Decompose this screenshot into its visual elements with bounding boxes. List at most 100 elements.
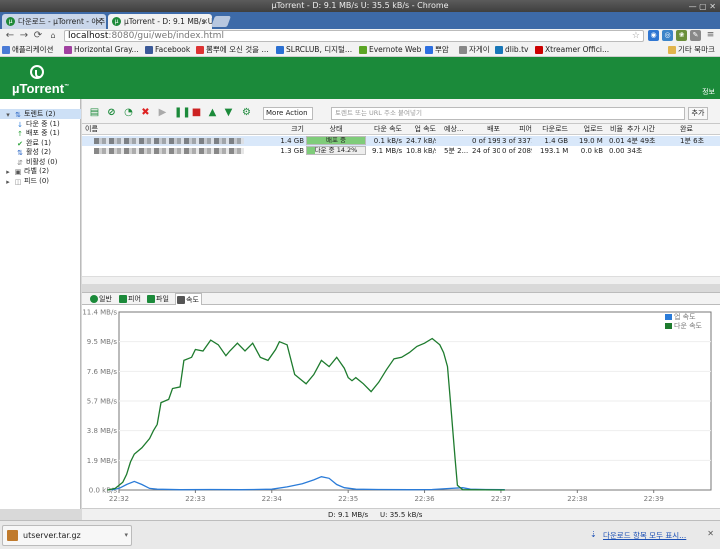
column-header[interactable]: 추가 시간 — [627, 124, 657, 135]
tab-downloads[interactable]: µ 다운로드 - µTorrent - 아주 ✕ — [2, 14, 106, 29]
column-header[interactable]: 예상... — [444, 124, 468, 135]
column-header[interactable]: 업 속도 — [406, 124, 436, 135]
column-header[interactable]: 배포 — [472, 124, 500, 135]
detail-tab-label: 파일 — [156, 295, 169, 303]
detail-tab-peers[interactable]: 피어 — [118, 293, 144, 305]
horizontal-scrollbar[interactable] — [82, 276, 720, 284]
chevron-down-icon[interactable]: ▾ — [124, 526, 128, 545]
bookmark-slrclub[interactable]: SLRCLUB, 디지털... — [276, 43, 352, 56]
close-tab-icon[interactable]: ✕ — [96, 14, 102, 29]
ppomppu-icon — [196, 46, 204, 54]
bookmark-facebook[interactable]: Facebook — [145, 43, 190, 56]
table-row[interactable]: 1.4 GB 배포 중 0.1 kB/s 24.7 kB/s 0 of 199 3 of … — [82, 136, 720, 146]
bookmark-ppuam[interactable]: 뿌암 — [425, 43, 449, 56]
sidebar-category[interactable]: ✔ 완료 (1) — [0, 138, 81, 148]
add-button[interactable]: 추가 — [688, 107, 708, 120]
detail-tab-files[interactable]: 파일 — [146, 293, 172, 305]
tab-utorrent[interactable]: µ µTorrent - D: 9.1 MB/s U ✕ — [108, 14, 212, 29]
settings-gear-icon[interactable]: ⚙ — [241, 107, 252, 118]
speed-graph-panel: 0.0 kB/s 1.9 MB/s 3.8 MB/s 5.7 MB/s 7.6 MB/s… — [82, 305, 720, 508]
extension-globe-icon[interactable]: ◉ — [648, 30, 659, 41]
home-icon[interactable]: ⌂ — [47, 30, 59, 42]
close-shelf-icon[interactable]: ✕ — [707, 529, 714, 538]
new-tab-button[interactable] — [210, 16, 232, 27]
category-label: 완료 (1) — [26, 138, 52, 147]
bookmark-dlib[interactable]: dlib.tv — [495, 43, 528, 56]
extension-leaf-icon[interactable]: ❀ — [676, 30, 687, 41]
downloads-shelf: utserver.tar.gz ▾ ⇣ 다운로드 항목 모두 표시... ✕ — [0, 520, 720, 549]
move-up-icon[interactable]: ▲ — [207, 107, 218, 118]
column-header[interactable]: 이름 — [85, 124, 205, 135]
feed-icon: ◫ — [14, 177, 22, 186]
address-bar[interactable]: localhost:8080/gui/web/index.html ☆ — [64, 30, 644, 42]
pause-icon[interactable]: ❚❚ — [174, 107, 191, 118]
category-label: 라벨 (2) — [24, 167, 50, 175]
bookmark-ppomppu[interactable]: 뽐뿌에 오신 것을 ... — [196, 43, 269, 56]
remove-icon[interactable]: ✖ — [140, 107, 151, 118]
cell-peers: 3 of 3371 — [502, 137, 532, 145]
info-link[interactable]: 정보 — [702, 87, 715, 97]
sidebar-category[interactable]: ↓ 다운 중 (1) — [0, 119, 81, 129]
category-label: 활성 (2) — [26, 148, 52, 156]
extension-badge-icon[interactable]: ◎ — [662, 30, 673, 41]
y-tick-label: 11.4 MB/s — [82, 309, 117, 317]
column-header[interactable]: 상태 — [306, 124, 366, 135]
reload-icon[interactable]: ⟳ — [32, 30, 44, 42]
cell-up: 10.8 kB/s — [406, 147, 436, 155]
forward-icon[interactable]: → — [18, 30, 30, 42]
move-down-icon[interactable]: ▼ — [223, 107, 234, 118]
sidebar-category[interactable]: ▸ ◫ 피드 (0) — [0, 176, 81, 186]
extension-tool-icon[interactable]: ✎ — [690, 30, 701, 41]
sidebar-category[interactable]: ▸ ▣ 라벨 (2) — [0, 166, 81, 176]
speed-icon — [177, 296, 185, 304]
stop-icon[interactable]: ■ — [191, 107, 202, 118]
detail-tab-speed[interactable]: 속도 — [175, 293, 202, 305]
legend-swatch — [665, 314, 672, 320]
cell-down: 0.1 kB/s — [373, 137, 402, 145]
detail-tab-info[interactable]: 일반 — [89, 293, 115, 305]
column-header[interactable]: 비율 — [609, 124, 624, 135]
bookmark-star-icon[interactable]: ☆ — [632, 31, 640, 41]
column-header[interactable]: 업로드 — [579, 124, 603, 135]
bookmark-apps[interactable]: 애플리케이션 — [2, 43, 53, 56]
url-path: :8080/gui/web/index.html — [108, 31, 224, 41]
column-header[interactable]: 완료 — [680, 124, 720, 135]
sidebar-category[interactable]: ⇵ 비활성 (0) — [0, 157, 81, 167]
column-header[interactable]: 다운로드 — [540, 124, 568, 135]
detail-tab-label: 일반 — [99, 295, 112, 303]
utorrent-header: µTorrent™ 정보 — [0, 57, 720, 99]
torrent-name-redacted — [94, 148, 244, 154]
bookmark-other[interactable]: 기타 북마크 — [668, 43, 715, 56]
column-header[interactable]: 피어 — [502, 124, 532, 135]
add-rss-icon[interactable]: ◔ — [123, 107, 134, 118]
download-item[interactable]: utserver.tar.gz ▾ — [2, 525, 132, 546]
start-icon[interactable]: ▶ — [157, 107, 168, 118]
files-icon — [147, 295, 155, 303]
x-tick-label: 22:37 — [491, 495, 511, 503]
cell-seeds: 0 of 199 — [472, 137, 500, 145]
utorrent-logo-icon — [30, 65, 44, 79]
sidebar-category[interactable]: ▾ ⇅ 토렌트 (2) — [0, 109, 81, 119]
more-action-button[interactable]: More Action — [263, 107, 313, 120]
bookmark-xtreamer[interactable]: Xtreamer Offici... — [535, 43, 609, 56]
bookmark-horizontal-gray[interactable]: Horizontal Gray... — [64, 43, 139, 56]
window-titlebar: µTorrent - D: 9.1 MB/s U: 35.5 kB/s - Ch… — [0, 0, 720, 12]
expand-triangle-icon[interactable]: ▸ — [4, 178, 12, 186]
column-header[interactable]: 크기 — [252, 124, 304, 135]
bookmark-jagei[interactable]: 자게이 — [459, 43, 490, 56]
torrent-url-input[interactable]: 토렌트 또는 URL 주소 붙여넣기 — [331, 107, 685, 120]
bookmark-evernote[interactable]: Evernote Web — [359, 43, 421, 56]
chrome-menu-icon[interactable]: ≡ — [705, 30, 716, 41]
folder-icon — [459, 46, 467, 54]
column-header[interactable]: 다운 속도 — [372, 124, 402, 135]
download-filename: utserver.tar.gz — [23, 531, 81, 540]
close-tab-icon[interactable]: ✕ — [202, 14, 208, 29]
sidebar-category[interactable]: ⇅ 활성 (2) — [0, 147, 81, 157]
back-icon[interactable]: ← — [4, 30, 16, 42]
add-url-icon[interactable]: ⊘ — [106, 107, 117, 118]
cell-size: 1.4 GB — [280, 137, 304, 145]
show-all-downloads-link[interactable]: ⇣ 다운로드 항목 모두 표시... — [590, 530, 686, 541]
add-torrent-icon[interactable]: ▤ — [89, 107, 100, 118]
table-row[interactable]: 1.3 GB 다운 중 14.2% 9.1 MB/s 10.8 kB/s 5분 2...… — [82, 146, 720, 156]
sidebar-category[interactable]: ↑ 배포 중 (1) — [0, 128, 81, 138]
